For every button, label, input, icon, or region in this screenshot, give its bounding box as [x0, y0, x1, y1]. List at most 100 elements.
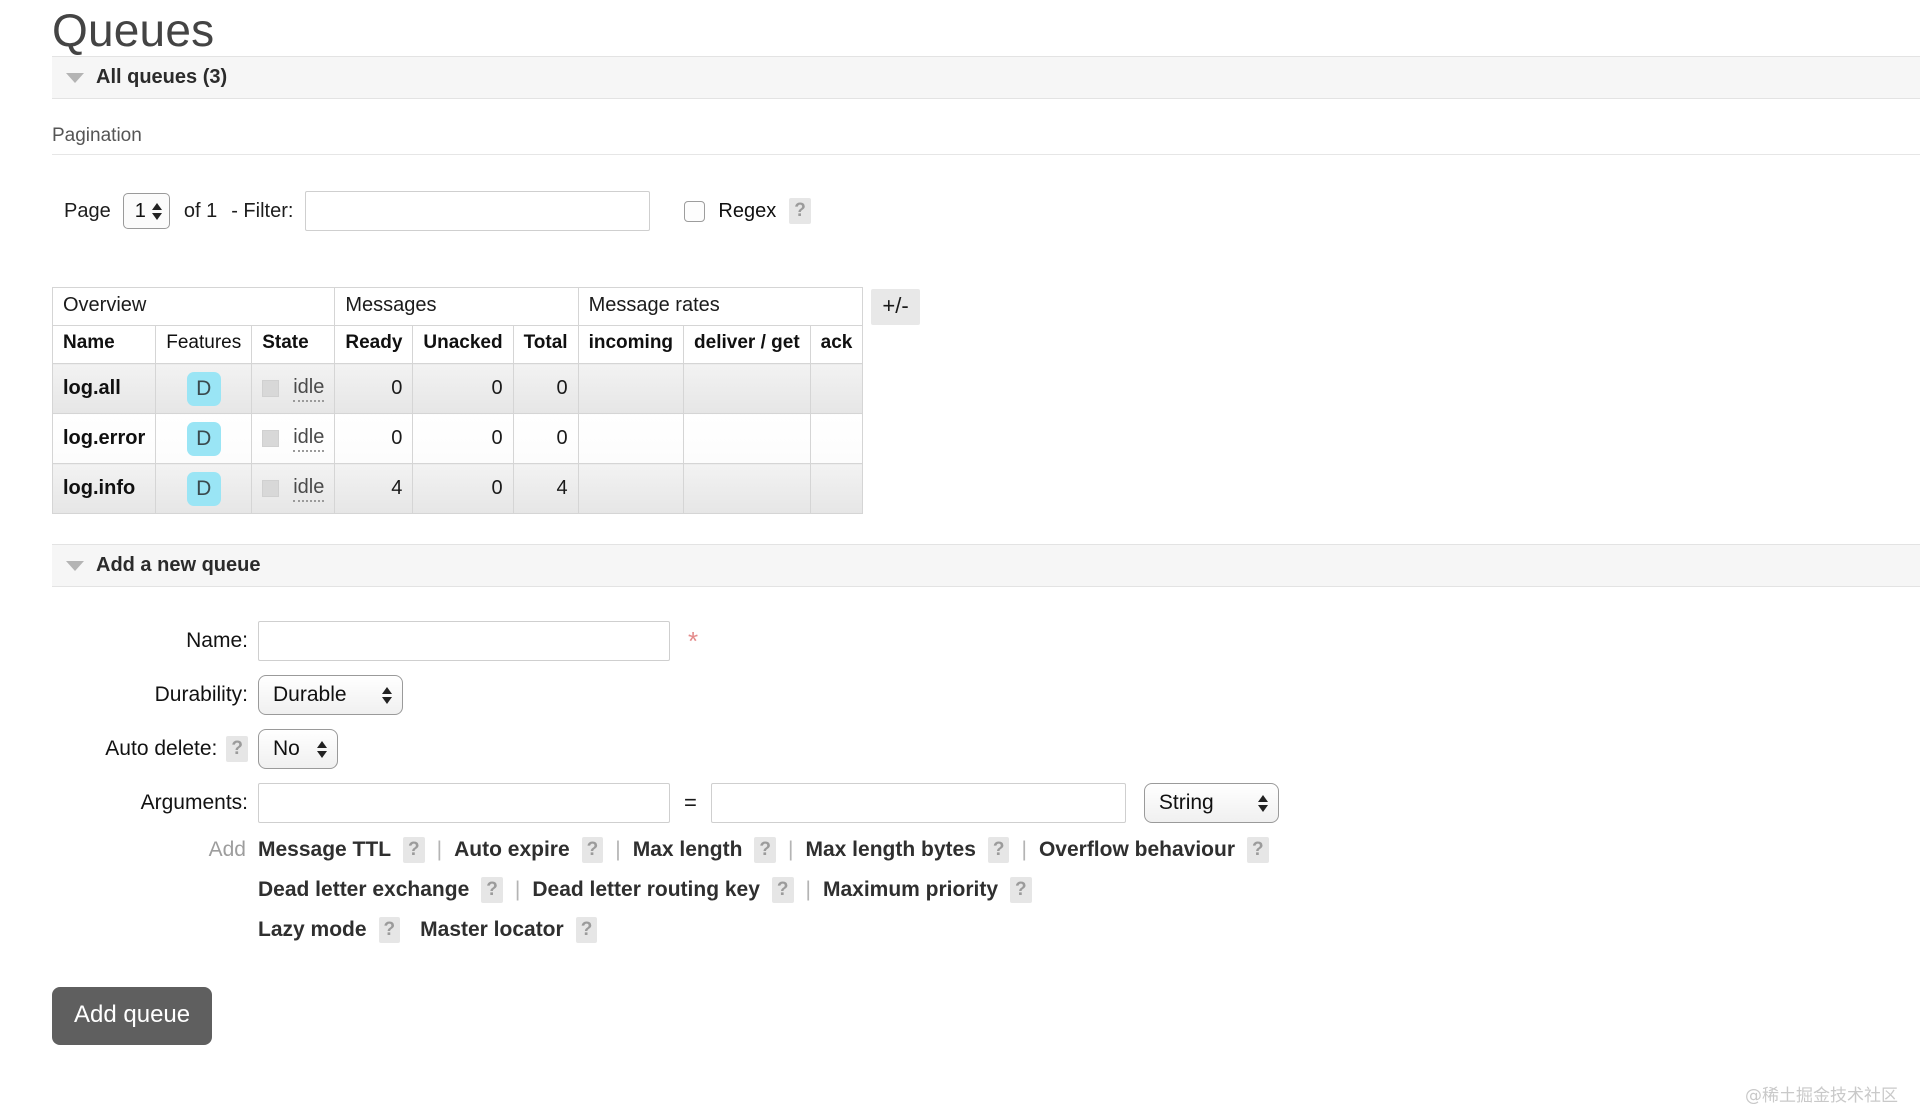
cell-unacked: 0: [412, 363, 514, 415]
preset-separator: |: [1021, 838, 1027, 862]
argument-help-icon[interactable]: ?: [481, 877, 503, 904]
cell-ack: [809, 363, 864, 415]
state-square-icon: [262, 380, 280, 398]
argument-help-icon[interactable]: ?: [754, 837, 777, 864]
argument-help-icon[interactable]: ?: [771, 877, 794, 904]
preset-separator: |: [788, 838, 794, 862]
table-row[interactable]: log.all Didle 0 0 0: [51, 363, 864, 415]
table-row[interactable]: log.info Didle 4 0 4: [51, 463, 864, 515]
cell-queue-name[interactable]: log.error: [51, 413, 157, 465]
form-row-auto-delete: Auto delete: ? No: [0, 729, 1920, 770]
argument-preset-link[interactable]: Dead letter routing key: [532, 878, 760, 902]
argument-preset-link[interactable]: Auto expire: [454, 838, 570, 862]
group-header-overview: Overview: [51, 287, 336, 327]
name-label: Name:: [186, 629, 248, 653]
table-row[interactable]: log.error Didle 0 0 0: [51, 413, 864, 465]
page-total-label: of 1: [183, 199, 218, 222]
all-queues-section-header[interactable]: All queues (3): [52, 56, 1920, 100]
durability-value: Durable: [273, 683, 347, 707]
cell-queue-name[interactable]: log.all: [51, 363, 157, 415]
table-column-header-row: Name Features State Ready Unacked Total …: [51, 325, 864, 365]
argument-type-select[interactable]: String: [1143, 783, 1279, 824]
auto-delete-help-icon[interactable]: ?: [226, 736, 248, 763]
page-title: Queues: [52, 4, 215, 56]
column-header-ack[interactable]: ack: [809, 325, 864, 365]
auto-delete-label-group: Auto delete: ?: [0, 736, 258, 763]
watermark: @稀土掘金技术社区: [1745, 1086, 1898, 1106]
pagination-controls: Page 1 of 1 - Filter: Regex ?: [52, 155, 1920, 232]
argument-preset-link[interactable]: Overflow behaviour: [1039, 838, 1235, 862]
column-header-deliver-get[interactable]: deliver / get: [683, 325, 811, 365]
chevron-updown-icon: [382, 686, 392, 704]
column-header-incoming[interactable]: incoming: [577, 325, 685, 365]
column-header-state[interactable]: State: [251, 325, 336, 365]
add-argument-link[interactable]: Add: [0, 838, 258, 862]
column-header-ready[interactable]: Ready: [334, 325, 414, 365]
cell-features: D: [155, 413, 253, 465]
queues-table-zone: Overview Messages Message rates Name Fea…: [51, 287, 1920, 515]
add-queue-button[interactable]: Add queue: [52, 987, 213, 1046]
regex-help-icon[interactable]: ?: [789, 198, 811, 225]
argument-preset-line: Lazy mode? Master locator?: [258, 917, 1920, 944]
cell-state: idle: [251, 363, 336, 415]
table-group-header-row: Overview Messages Message rates: [51, 287, 864, 327]
column-header-total[interactable]: Total: [512, 325, 579, 365]
argument-preset-link[interactable]: Master locator: [420, 918, 564, 942]
column-header-name[interactable]: Name: [51, 325, 157, 365]
argument-key-input[interactable]: [258, 783, 670, 824]
queues-page: Queues All queues (3) Pagination Page 1 …: [0, 0, 1920, 1118]
cell-ack: [809, 463, 864, 515]
state-label: idle: [293, 376, 325, 402]
form-row-name: Name: *: [0, 621, 1920, 662]
argument-presets-row: Add Message TTL? | Auto expire? | Max length…: [0, 837, 1920, 957]
argument-help-icon[interactable]: ?: [581, 837, 604, 864]
filter-input[interactable]: [305, 191, 651, 232]
argument-preset-link[interactable]: Message TTL: [258, 838, 391, 862]
cell-queue-name[interactable]: log.info: [51, 463, 157, 515]
cell-unacked: 0: [412, 463, 514, 515]
argument-preset-lines: Message TTL? | Auto expire? | Max length? | Ma…: [258, 837, 1920, 957]
arguments-label: Arguments:: [140, 791, 248, 815]
column-header-features[interactable]: Features: [155, 325, 253, 365]
group-header-message-rates: Message rates: [577, 287, 864, 327]
preset-separator: |: [805, 878, 811, 902]
toggle-columns-button[interactable]: +/-: [871, 289, 920, 326]
chevron-updown-icon: [317, 740, 327, 758]
argument-value-input[interactable]: [710, 783, 1126, 824]
queues-table-body: log.all Didle 0 0 0 log.error Didle 0 0 0 log.info…: [51, 363, 864, 515]
page-number-stepper[interactable]: 1: [122, 193, 170, 230]
argument-help-icon[interactable]: ?: [575, 917, 598, 944]
durability-select[interactable]: Durable: [258, 675, 403, 716]
argument-preset-link[interactable]: Maximum priority: [823, 878, 998, 902]
argument-help-icon[interactable]: ?: [1010, 877, 1032, 904]
queue-name-input[interactable]: [258, 621, 670, 662]
queues-table: Overview Messages Message rates Name Fea…: [51, 287, 864, 515]
cell-deliver-get: [683, 463, 811, 515]
state-indicator: idle: [262, 476, 325, 502]
argument-help-icon[interactable]: ?: [378, 917, 401, 944]
add-queue-section-header[interactable]: Add a new queue: [52, 544, 1920, 588]
form-row-arguments: Arguments: = String: [0, 783, 1920, 824]
cell-state: idle: [251, 463, 336, 515]
triangle-down-icon: [66, 560, 84, 571]
argument-help-icon[interactable]: ?: [987, 837, 1010, 864]
auto-delete-select[interactable]: No: [258, 729, 338, 770]
preset-separator: |: [615, 838, 621, 862]
argument-preset-link[interactable]: Lazy mode: [258, 918, 367, 942]
argument-preset-link[interactable]: Max length bytes: [806, 838, 976, 862]
argument-preset-link[interactable]: Max length: [633, 838, 743, 862]
argument-help-icon[interactable]: ?: [1247, 837, 1269, 864]
stepper-arrows-icon[interactable]: [151, 202, 162, 220]
argument-type-value: String: [1158, 791, 1214, 815]
column-header-unacked[interactable]: Unacked: [412, 325, 514, 365]
argument-preset-link[interactable]: Dead letter exchange: [258, 878, 469, 902]
form-row-durability: Durability: Durable: [0, 675, 1920, 716]
regex-checkbox[interactable]: [684, 200, 706, 222]
state-indicator: idle: [262, 426, 325, 452]
argument-help-icon[interactable]: ?: [403, 837, 425, 864]
add-queue-form: Name: * Durability: Durable Auto delete:…: [0, 621, 1920, 957]
state-label: idle: [293, 426, 325, 452]
chevron-updown-icon: [1257, 794, 1268, 812]
cell-deliver-get: [683, 413, 811, 465]
cell-features: D: [155, 363, 253, 415]
